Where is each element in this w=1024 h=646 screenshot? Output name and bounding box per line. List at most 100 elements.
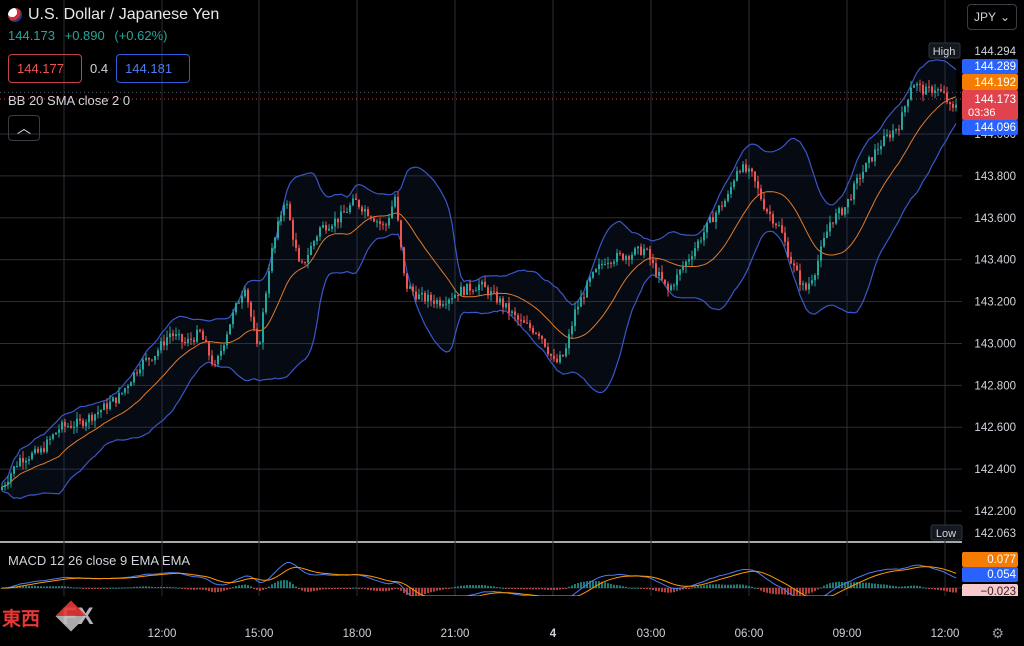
- macd-hist-bar: [88, 588, 90, 589]
- candle-body: [727, 194, 729, 201]
- macd-hist-bar: [112, 587, 114, 589]
- candle-body: [805, 283, 807, 290]
- macd-hist-bar: [262, 588, 264, 591]
- macd-hist-bar: [709, 584, 711, 588]
- price-tick-label: 142.200: [974, 506, 1016, 518]
- macd-hist-bar: [553, 588, 555, 591]
- macd-hist-bar: [136, 586, 138, 588]
- macd-hist-bar: [265, 588, 267, 589]
- currency-selector[interactable]: JPY ⌄: [967, 4, 1017, 30]
- macd-hist-bar: [46, 586, 48, 588]
- macd-hist-bar: [292, 584, 294, 588]
- candle-body: [631, 254, 633, 260]
- macd-hist-bar: [427, 588, 429, 593]
- candle-body: [301, 261, 303, 263]
- candle-body: [700, 240, 702, 242]
- macd-indicator-label[interactable]: MACD 12 26 close 9 EMA EMA: [8, 553, 190, 568]
- candle-body: [580, 297, 582, 307]
- candle-body: [346, 211, 348, 213]
- buy-button[interactable]: 144.181: [116, 54, 191, 83]
- candle-body: [298, 247, 300, 262]
- candle-body: [643, 248, 645, 255]
- candle-body: [550, 353, 552, 356]
- candle-body: [604, 263, 606, 265]
- macd-hist-bar: [358, 588, 360, 589]
- candle-body: [226, 334, 228, 346]
- candle-body: [655, 263, 657, 276]
- macd-hist-bar: [298, 588, 300, 589]
- macd-hist-bar: [58, 586, 60, 588]
- macd-hist-bar: [703, 585, 705, 588]
- candle-body: [127, 386, 129, 389]
- macd-hist-bar: [493, 586, 495, 588]
- candle-body: [79, 418, 81, 421]
- price-tick-label: 143.800: [974, 171, 1016, 183]
- price-chart[interactable]: 144.000143.800143.600143.400143.200143.0…: [0, 0, 1024, 646]
- candle-body: [292, 220, 294, 240]
- macd-hist-bar: [61, 586, 63, 588]
- symbol-title[interactable]: U.S. Dollar / Japanese Yen: [28, 6, 219, 24]
- candle-body: [541, 335, 543, 339]
- candle-body: [76, 418, 78, 427]
- macd-hist-bar: [238, 585, 240, 588]
- macd-hist-bar: [181, 588, 183, 589]
- macd-hist-bar: [685, 588, 687, 589]
- macd-hist-bar: [106, 588, 108, 589]
- macd-hist-bar: [910, 585, 912, 588]
- candle-body: [730, 186, 732, 195]
- candle-body: [739, 171, 741, 173]
- candle-body: [913, 85, 915, 88]
- macd-hist-bar: [346, 588, 348, 589]
- macd-hist-bar: [85, 588, 87, 589]
- candle-body: [463, 286, 465, 295]
- macd-hist-bar: [487, 585, 489, 588]
- macd-hist-bar: [202, 588, 204, 590]
- candle-body: [760, 188, 762, 200]
- macd-hist-bar: [565, 588, 567, 589]
- candle-body: [694, 248, 696, 257]
- candle-body: [187, 338, 189, 343]
- macd-hist-bar: [658, 588, 660, 592]
- low-label: Low: [936, 528, 956, 540]
- candle-body: [769, 211, 771, 215]
- macd-hist-bar: [361, 588, 363, 589]
- candle-body: [787, 241, 789, 257]
- macd-hist-bar: [529, 588, 531, 590]
- candle-body: [682, 267, 684, 270]
- candle-body: [544, 338, 546, 347]
- macd-hist-bar: [310, 588, 312, 592]
- macd-hist-bar: [931, 588, 933, 590]
- macd-hist-bar: [421, 588, 423, 595]
- candle-body: [757, 181, 759, 189]
- candle-body: [277, 221, 279, 238]
- candle-body: [586, 281, 588, 298]
- macd-hist-bar: [883, 584, 885, 588]
- candle-body: [826, 231, 828, 239]
- candle-body: [532, 328, 534, 333]
- collapse-button[interactable]: ︿: [8, 115, 40, 141]
- macd-hist-bar: [763, 588, 765, 592]
- candle-body: [82, 420, 84, 427]
- candle-body: [877, 149, 879, 151]
- macd-hist-bar: [67, 586, 69, 588]
- macd-hist-bar: [337, 588, 339, 589]
- candle-body: [448, 299, 450, 304]
- macd-hist-bar: [229, 588, 231, 589]
- bb-indicator-label[interactable]: BB 20 SMA close 2 0: [8, 93, 130, 108]
- candle-body: [208, 342, 210, 356]
- candle-body: [430, 294, 432, 301]
- candle-body: [439, 299, 441, 306]
- candle-body: [919, 83, 921, 85]
- candle-body: [382, 223, 384, 225]
- time-tick-label: 09:00: [833, 628, 862, 640]
- macd-hist-bar: [352, 587, 354, 589]
- candle-body: [895, 129, 897, 131]
- macd-hist-bar: [103, 587, 105, 589]
- macd-hist-bar: [622, 586, 624, 588]
- sell-button[interactable]: 144.177: [8, 54, 82, 83]
- settings-gear-icon[interactable]: ⚙: [991, 625, 1004, 642]
- macd-hist-bar: [391, 588, 393, 590]
- macd-hist-bar: [727, 584, 729, 588]
- candle-body: [91, 414, 93, 421]
- macd-hist-bar: [442, 588, 444, 590]
